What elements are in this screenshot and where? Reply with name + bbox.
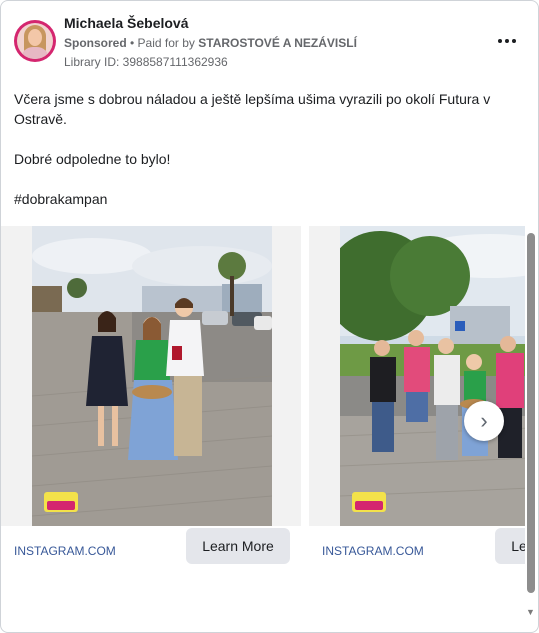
learn-more-button[interactable]: Learn More bbox=[186, 528, 290, 564]
scroll-down-icon[interactable]: ▼ bbox=[526, 607, 535, 617]
link-domain[interactable]: INSTAGRAM.COM bbox=[322, 544, 424, 558]
dobra-kampan-logo bbox=[352, 492, 386, 512]
page-name[interactable]: Michaela Šebelová bbox=[64, 15, 189, 31]
chevron-right-icon[interactable]: › bbox=[464, 401, 504, 441]
learn-more-button[interactable]: Learn More bbox=[495, 528, 525, 564]
paid-for-prefix: • Paid for by bbox=[126, 36, 199, 50]
more-options-icon[interactable] bbox=[495, 31, 519, 51]
sponsored-line: Sponsored • Paid for by STAROSTOVÉ A NEZ… bbox=[64, 36, 357, 50]
ad-card: Michaela Šebelová Sponsored • Paid for b… bbox=[0, 0, 539, 633]
library-id: Library ID: 3988587111362936 bbox=[64, 55, 228, 69]
campaign-photo[interactable] bbox=[32, 226, 272, 526]
carousel: INSTAGRAM.COM Learn More INSTAGRAM.COM L… bbox=[1, 226, 525, 594]
post-paragraph: Včera jsme s dobrou náladou a ještě lepš… bbox=[14, 91, 491, 127]
carousel-card[interactable]: INSTAGRAM.COM Learn More bbox=[1, 226, 301, 594]
dobra-kampan-logo bbox=[44, 492, 78, 512]
post-hashtag[interactable]: #dobrakampan bbox=[14, 189, 107, 209]
link-domain[interactable]: INSTAGRAM.COM bbox=[14, 544, 116, 558]
campaign-photo[interactable] bbox=[340, 226, 525, 526]
scrollbar-thumb[interactable] bbox=[527, 233, 535, 593]
post-paragraph: Dobré odpoledne to bylo! bbox=[14, 151, 171, 167]
profile-avatar[interactable] bbox=[14, 20, 56, 62]
payer-name: STAROSTOVÉ A NEZÁVISLÍ bbox=[198, 36, 357, 50]
sponsored-label: Sponsored bbox=[64, 36, 127, 50]
